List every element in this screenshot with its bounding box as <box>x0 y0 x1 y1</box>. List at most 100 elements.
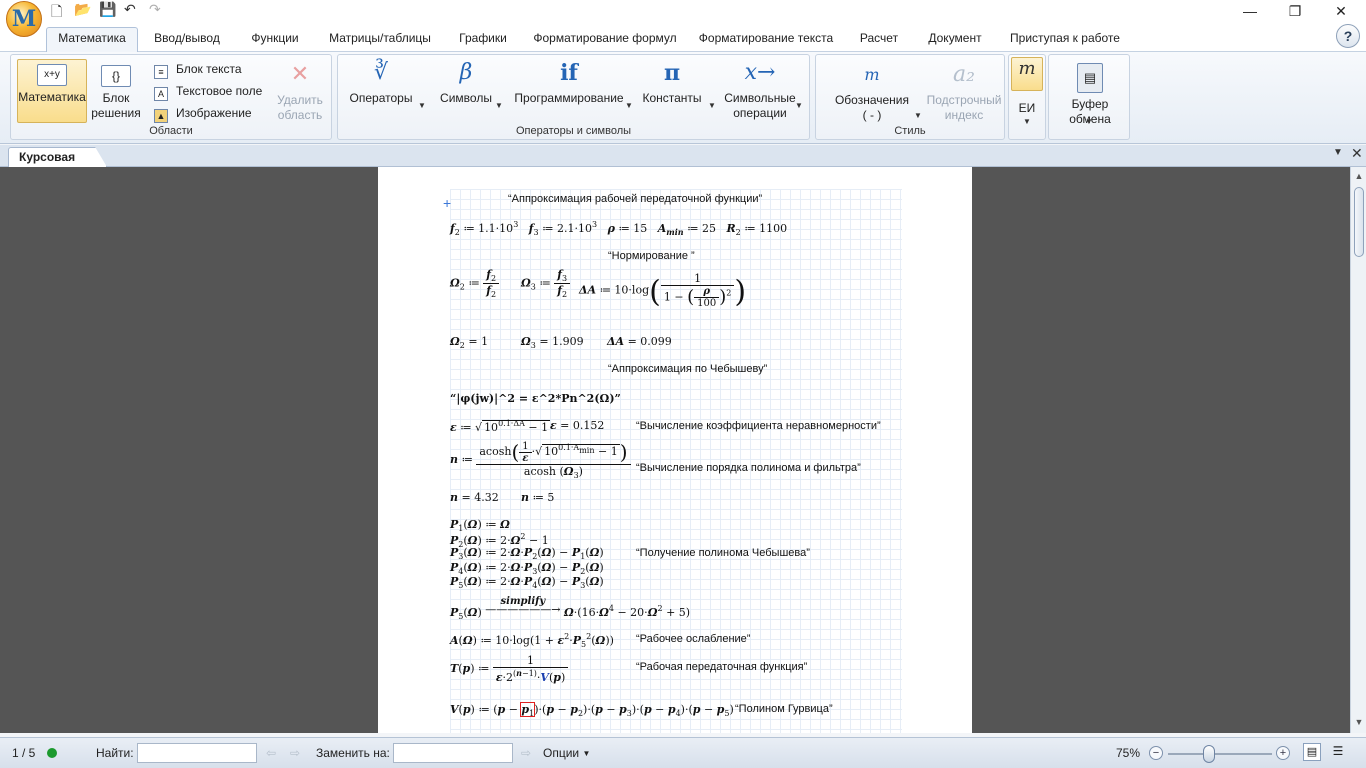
find-input[interactable] <box>137 743 257 763</box>
solve-block-button[interactable]: {} Блок решения <box>91 61 141 123</box>
math-region-omega3-result[interactable]: Ω3 = 1.909 <box>521 335 584 350</box>
programming-dropdown-icon[interactable]: ▼ <box>625 101 633 110</box>
units-button[interactable]: m <box>1011 57 1043 91</box>
math-region-transfer-function[interactable]: T(p) ≔ 1 ε·2(n−1)·V(p) <box>450 654 569 684</box>
save-icon[interactable]: 💾 <box>99 1 116 18</box>
minimize-button[interactable]: — <box>1227 0 1273 22</box>
zoom-in-icon[interactable]: + <box>1276 746 1290 760</box>
redo-icon[interactable]: ↷ <box>149 1 161 18</box>
text-region-transfer-function[interactable]: “Рабочая передаточная функция” <box>636 661 807 673</box>
document-tab[interactable]: Курсовая Папе <box>8 147 107 167</box>
math-region-p3[interactable]: P3(Ω) ≔ 2·Ω·P2(Ω) − P1(Ω) <box>450 546 604 561</box>
math-region-p5[interactable]: P5(Ω) ≔ 2·Ω·P4(Ω) − P3(Ω) <box>450 575 604 590</box>
tab-functions[interactable]: Функции <box>244 29 306 51</box>
open-icon[interactable]: 📂 <box>74 1 91 18</box>
text-region-attenuation[interactable]: “Рабочее ослабление” <box>636 633 750 645</box>
tab-calculation[interactable]: Расчет <box>855 29 903 51</box>
app-logo-button[interactable]: M <box>6 1 42 37</box>
labels-button[interactable]: m Обозначения ( - ) <box>832 61 912 123</box>
image-button[interactable]: ▲ Изображение <box>154 106 252 123</box>
replace-input[interactable] <box>393 743 513 763</box>
math-region-constants[interactable]: f2 ≔ 1.1·103 f3 ≔ 2.1·103 ρ ≔ 15 Amin ≔ … <box>450 220 787 237</box>
regions-group: x+y Математика {} Блок решения ≡ Блок тек… <box>10 54 332 140</box>
programming-button[interactable]: if Программирование <box>511 59 627 106</box>
solve-block-label-2: решения <box>91 106 141 120</box>
math-region-p1[interactable]: P1(Ω) ≔ Ω <box>450 518 510 533</box>
page-view-icon[interactable]: ▤ <box>1303 743 1321 761</box>
math-region-omega2-result[interactable]: Ω2 = 1 <box>450 335 488 350</box>
math-region-omega2-def[interactable]: Ω2 ≔ f2 f2 <box>450 268 500 299</box>
delete-region-button[interactable]: ✕ Удалить область <box>271 61 329 123</box>
operators-button[interactable]: ∛ Операторы <box>346 59 416 106</box>
math-region-attenuation[interactable]: A(Ω) ≔ 10·log(1 + ε2·P52(Ω)) <box>450 632 614 649</box>
math-region-button[interactable]: x+y Математика <box>17 59 87 123</box>
math-region-da-def[interactable]: ΔA ≔ 10·log(1 1 − (ρ 100)2) <box>579 272 746 310</box>
math-region-label: Математика <box>18 90 86 104</box>
close-button[interactable]: ✕ <box>1318 0 1364 22</box>
math-region-eps-def[interactable]: ε ≔ √ 100.1·ΔA − 1 <box>450 419 551 434</box>
tab-plots[interactable]: Графики <box>456 29 510 51</box>
text-block-button[interactable]: ≡ Блок текста <box>154 62 242 79</box>
text-field-button[interactable]: A Текстовое поле <box>154 84 262 101</box>
math-region-eps-result[interactable]: ε = 0.152 <box>550 419 604 432</box>
math-region-da-result[interactable]: ΔA = 0.099 <box>607 335 672 348</box>
math-region-omega3-def[interactable]: Ω3 ≔ f3 f2 <box>521 268 571 299</box>
text-block-label: Блок текста <box>176 62 242 76</box>
subscript-label-1: Подстрочный <box>926 93 1002 107</box>
text-region-chebyshev[interactable]: “Аппроксимация по Чебышеву” <box>608 363 767 375</box>
math-region-hurwitz[interactable]: V(p) ≔ (p − p1)·(p − p2)·(p − p3)·(p − p… <box>450 702 734 718</box>
tab-getting-started[interactable]: Приступая к работе <box>1008 29 1122 51</box>
vertical-scrollbar[interactable]: ▲ ▼ <box>1350 167 1366 733</box>
constants-dropdown-icon[interactable]: ▼ <box>708 101 716 110</box>
text-region-normalization[interactable]: “Нормирование ” <box>608 250 695 262</box>
tab-matrices[interactable]: Матрицы/таблицы <box>326 29 434 51</box>
symbols-dropdown-icon[interactable]: ▼ <box>495 101 503 110</box>
text-region-n-comment[interactable]: “Вычисление порядка полинома и фильтра” <box>636 462 861 474</box>
find-prev-icon[interactable]: ⇦ <box>266 746 276 760</box>
clipboard-dropdown-icon[interactable]: ▼ <box>1085 117 1093 126</box>
math-region-chebyshev-formula[interactable]: “|φ(jw)|^2 = ε^2*Pn^2(Ω)” <box>450 392 621 405</box>
n-set-value: 5 <box>547 491 555 504</box>
constants-button[interactable]: π Константы <box>638 59 706 106</box>
constants-label: Константы <box>642 91 702 105</box>
close-document-icon[interactable]: ✕ <box>1351 145 1363 162</box>
math-region-n-set[interactable]: n ≔ 5 <box>521 491 554 504</box>
calc-status-icon <box>47 748 57 758</box>
scroll-down-icon[interactable]: ▼ <box>1351 717 1366 727</box>
tab-document[interactable]: Документ <box>924 29 986 51</box>
math-region-n-result[interactable]: n = 4.32 <box>450 491 499 504</box>
options-button[interactable]: Опции ▼ <box>543 746 590 760</box>
zoom-slider[interactable] <box>1168 753 1272 755</box>
replace-icon[interactable]: ⇨ <box>521 746 531 760</box>
find-next-icon[interactable]: ⇨ <box>290 746 300 760</box>
math-region-n-def[interactable]: n ≔ acosh(1 ε ·√ 100.1·Amin − 1) acosh (Ω3) <box>450 440 631 480</box>
scroll-up-icon[interactable]: ▲ <box>1351 171 1366 181</box>
scroll-thumb[interactable] <box>1354 187 1364 257</box>
math-region-simplify[interactable]: P5(Ω) simplify ——————→ Ω·(16·Ω4 − 20·Ω2 +… <box>450 596 690 621</box>
operators-dropdown-icon[interactable]: ▼ <box>418 101 426 110</box>
help-button[interactable]: ? <box>1336 24 1360 48</box>
undo-icon[interactable]: ↶ <box>124 1 136 18</box>
zoom-slider-thumb[interactable] <box>1203 745 1215 763</box>
maximize-button[interactable]: ❐ <box>1272 0 1318 22</box>
draft-view-icon[interactable]: ☰ <box>1329 743 1347 761</box>
symbolic-button[interactable]: x→ Символьные операции <box>722 59 798 121</box>
math-region-p4[interactable]: P4(Ω) ≔ 2·Ω·P3(Ω) − P2(Ω) <box>450 561 604 576</box>
labels-dropdown-icon[interactable]: ▼ <box>914 111 922 120</box>
zoom-out-icon[interactable]: − <box>1149 746 1163 760</box>
text-region-hurwitz[interactable]: “Полином Гурвица” <box>735 703 833 715</box>
subscript-button[interactable]: a₂ Подстрочный индекс <box>926 61 1002 123</box>
tab-math[interactable]: Математика <box>46 27 138 53</box>
text-region-eps-comment[interactable]: “Вычисление коэффициента неравномерности… <box>636 420 881 432</box>
units-dropdown-icon[interactable]: ▼ <box>1023 117 1031 126</box>
title-bar: M 🗋 📂 💾 ↶ ↷ — ❐ ✕ <box>0 0 1366 37</box>
symbolic-dropdown-icon[interactable]: ▼ <box>795 101 803 110</box>
symbols-button[interactable]: β Символы <box>434 59 498 106</box>
tab-list-dropdown-icon[interactable]: ▼ <box>1333 147 1343 158</box>
tab-io[interactable]: Ввод/вывод <box>150 29 224 51</box>
tab-text-formatting[interactable]: Форматирование текста <box>698 29 834 51</box>
tab-math-formatting[interactable]: Форматирование формул <box>532 29 678 51</box>
subscript-label-2: индекс <box>944 108 984 122</box>
text-region-chebyshev-polynomial[interactable]: “Получение полинома Чебышева” <box>636 547 810 559</box>
text-region-title[interactable]: “Аппроксимация рабочей передаточной функ… <box>508 193 762 205</box>
